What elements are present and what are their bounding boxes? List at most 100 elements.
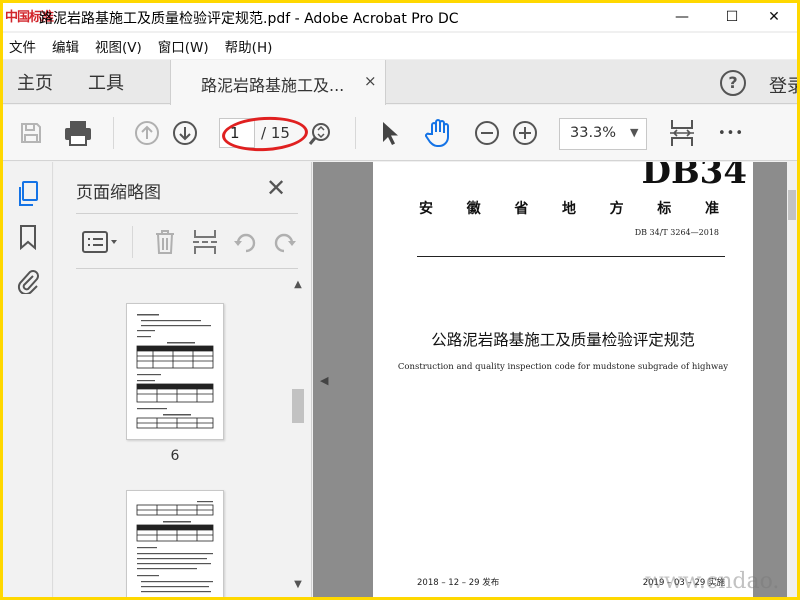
minimize-icon: — <box>675 9 689 25</box>
zoom-out-icon <box>475 121 499 145</box>
rotate-left-icon <box>234 233 256 253</box>
standard-code: DB34 <box>641 162 747 192</box>
document-scrollbar[interactable] <box>787 162 797 597</box>
collapse-panel-icon[interactable]: ◀ <box>320 374 328 387</box>
fit-page-button[interactable] <box>667 117 697 149</box>
minimize-button[interactable]: — <box>659 3 705 31</box>
rotate-left-button[interactable] <box>230 226 260 258</box>
locality-char: 徽 <box>466 201 481 217</box>
trash-icon <box>156 230 174 254</box>
magnifier-icon <box>308 123 330 145</box>
save-button[interactable] <box>17 119 45 147</box>
menu-file[interactable]: 文件 <box>9 36 36 56</box>
thumbnail-page-content <box>136 314 214 429</box>
bookmark-icon <box>20 225 36 250</box>
document-page: DB34 安 徽 省 地 方 标 准 DB 34/T 3264—2018 公路泥… <box>373 162 753 597</box>
document-view[interactable]: ◀ DB34 安 徽 省 地 方 标 准 DB 34/T 3264—2018 公… <box>313 162 797 597</box>
watermark: www.cndao. <box>645 569 780 594</box>
page-thumbnails-icon <box>19 181 38 206</box>
arrow-up-icon <box>135 121 159 145</box>
tab-document[interactable]: 路泥岩路基施工及... × <box>170 60 386 105</box>
tab-close-button[interactable]: × <box>364 72 377 90</box>
tab-home[interactable]: 主页 <box>17 69 53 95</box>
paperclip-icon <box>17 270 39 294</box>
thumbnail-list: 6 <box>54 277 290 597</box>
bookmarks-button[interactable] <box>15 222 41 252</box>
locality-char: 省 <box>514 201 529 217</box>
locality-char: 准 <box>704 201 719 217</box>
close-icon: ✕ <box>768 9 780 25</box>
rotate-right-button[interactable] <box>270 226 300 258</box>
title-bar: 中国标准 路泥岩路基施工及质量检验评定规范.pdf - Adobe Acroba… <box>3 3 797 31</box>
thumbnail-scrollbar[interactable]: ▲ ▼ <box>290 277 306 597</box>
hand-tool-button[interactable] <box>423 117 455 149</box>
release-date: 2018 – 12 – 29 发布 <box>417 578 500 588</box>
toolbar-separator <box>113 117 114 149</box>
menu-help[interactable]: 帮助(H) <box>225 36 273 56</box>
header-rule <box>417 256 725 257</box>
locality-char: 方 <box>609 201 624 217</box>
select-tool-button[interactable] <box>377 119 403 147</box>
zoom-out-button[interactable] <box>473 119 501 147</box>
insert-page-button[interactable] <box>190 226 220 258</box>
menu-bar: 文件 编辑 视图(V) 窗口(W) 帮助(H) <box>3 33 797 59</box>
locality-char: 安 <box>419 201 433 217</box>
scroll-up-icon[interactable]: ▲ <box>290 279 306 295</box>
signin-link[interactable]: 登录 <box>769 72 797 98</box>
print-icon <box>65 121 91 146</box>
page-number-input[interactable]: 1 <box>219 118 255 148</box>
scrollbar-thumb[interactable] <box>788 190 796 220</box>
page-total: / 15 <box>261 124 290 142</box>
save-icon <box>21 123 41 143</box>
scroll-down-icon[interactable]: ▼ <box>290 579 306 595</box>
acrobat-window: 中国标准 路泥岩路基施工及质量检验评定规范.pdf - Adobe Acroba… <box>3 3 797 597</box>
document-english-title: Construction and quality inspection code… <box>397 362 729 372</box>
zoom-in-icon <box>513 121 537 145</box>
more-tools-button[interactable]: ••• <box>715 119 747 147</box>
page-thumbnail[interactable] <box>126 490 224 597</box>
page-thumbnails-button[interactable] <box>13 178 43 210</box>
next-page-button[interactable] <box>171 119 199 147</box>
zoom-level-select[interactable]: 33.3% ▼ <box>559 118 647 150</box>
chevron-down-icon: ▼ <box>630 126 639 139</box>
rotate-right-icon <box>274 233 296 253</box>
thumbnail-page-content <box>136 501 214 593</box>
panel-divider <box>76 268 298 269</box>
options-menu-icon <box>82 231 117 253</box>
scrollbar-thumb[interactable] <box>292 389 304 423</box>
panel-title: 页面缩略图 <box>76 183 161 203</box>
previous-page-button[interactable] <box>133 119 161 147</box>
page-thumbnail[interactable] <box>126 303 224 440</box>
thumbnail-options-button[interactable] <box>80 226 120 258</box>
main-toolbar: 1 / 15 33.3% ▼ ••• <box>3 105 797 161</box>
toolbar-separator <box>355 117 356 149</box>
close-window-button[interactable]: ✕ <box>751 3 797 31</box>
delete-pages-button[interactable] <box>150 226 180 258</box>
standard-number: DB 34/T 3264—2018 <box>634 228 719 237</box>
thumbnail-page-number: 6 <box>170 448 180 464</box>
window-title: 路泥岩路基施工及质量检验评定规范.pdf - Adobe Acrobat Pro… <box>39 11 459 27</box>
navigation-pane-strip <box>3 162 53 597</box>
fit-page-icon <box>670 120 694 146</box>
pointer-icon <box>383 122 398 145</box>
panel-close-button[interactable]: ✕ <box>266 174 286 202</box>
thumbnails-panel: 页面缩略图 ✕ 6 ▲ ▼ <box>54 162 312 597</box>
document-title: 公路泥岩路基施工及质量检验评定规范 <box>431 331 695 349</box>
menu-edit[interactable]: 编辑 <box>52 36 79 56</box>
zoom-tool-button[interactable] <box>307 121 333 147</box>
maximize-button[interactable]: ☐ <box>709 3 755 31</box>
standard-locality: 安 徽 省 地 方 标 准 <box>419 198 719 218</box>
menu-window[interactable]: 窗口(W) <box>158 36 209 56</box>
maximize-icon: ☐ <box>725 9 739 25</box>
locality-char: 标 <box>657 201 672 217</box>
tab-document-label: 路泥岩路基施工及... <box>201 76 345 95</box>
arrow-down-icon <box>173 121 197 145</box>
menu-view[interactable]: 视图(V) <box>95 36 142 56</box>
insert-page-icon <box>193 230 217 254</box>
help-icon[interactable]: ? <box>720 70 746 96</box>
print-button[interactable] <box>61 117 95 149</box>
tab-tools[interactable]: 工具 <box>88 69 124 95</box>
zoom-in-button[interactable] <box>511 119 539 147</box>
hand-icon <box>425 119 449 147</box>
attachments-button[interactable] <box>15 266 41 296</box>
